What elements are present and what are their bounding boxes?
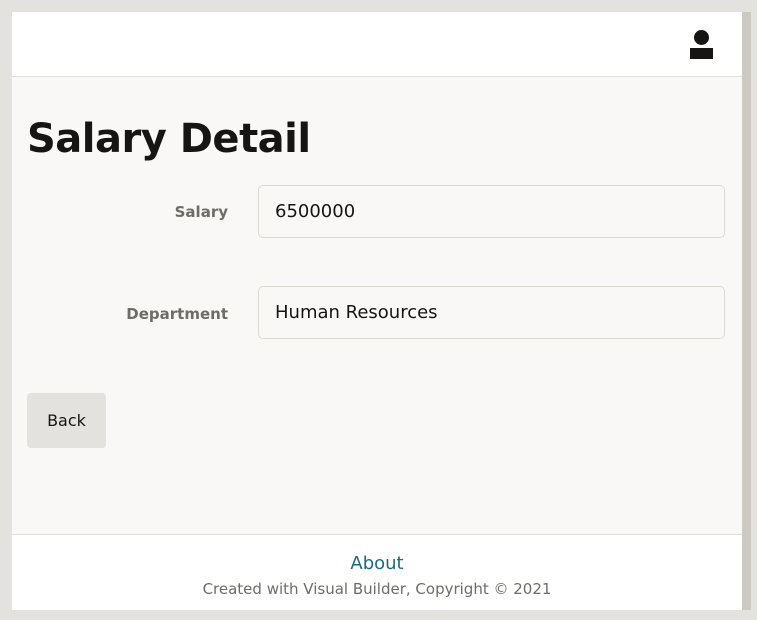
app-header xyxy=(12,12,742,77)
copyright-text: Created with Visual Builder, Copyright ©… xyxy=(202,580,552,598)
footer: About Created with Visual Builder, Copyr… xyxy=(12,534,742,610)
app-window: Salary Detail Salary 6500000 Department … xyxy=(12,12,742,610)
salary-field[interactable]: 6500000 xyxy=(258,185,725,238)
user-avatar-icon xyxy=(694,30,709,45)
department-field[interactable]: Human Resources xyxy=(258,286,725,339)
user-avatar-button[interactable] xyxy=(684,28,720,64)
window-shadow xyxy=(742,12,751,610)
about-link[interactable]: About xyxy=(12,553,742,574)
page-title: Salary Detail xyxy=(27,116,311,162)
department-label: Department xyxy=(126,305,228,323)
back-button[interactable]: Back xyxy=(27,393,106,448)
user-avatar-icon-body xyxy=(690,48,713,59)
window-bottom-edge xyxy=(0,610,757,620)
salary-label: Salary xyxy=(174,203,228,221)
